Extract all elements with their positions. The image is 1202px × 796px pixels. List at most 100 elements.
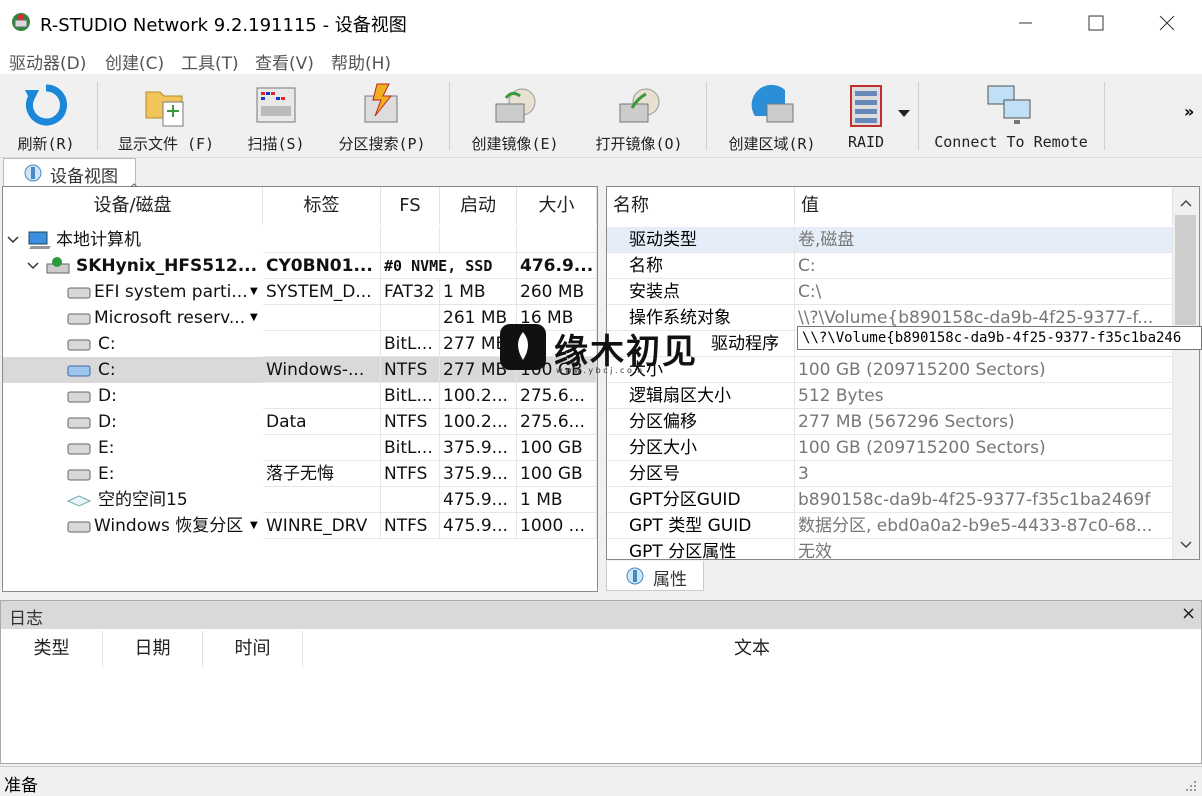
show-files-button[interactable]: 显示文件 (F) [108,78,224,154]
col-prop-value[interactable]: 值 [795,187,1173,225]
partition-search-button[interactable]: 分区搜索(P) [328,78,436,154]
col-fs[interactable]: FS [381,187,440,225]
table-row-selected[interactable]: C: Windows-... NTFS 277 MB 100 GB [3,357,597,383]
prop-name: 分区号 [607,461,795,487]
log-close-icon[interactable]: × [1181,603,1196,624]
scroll-down-icon[interactable] [1180,541,1192,549]
connect-remote-button[interactable]: Connect To Remote [928,78,1094,154]
resize-grip-icon[interactable] [1184,779,1198,793]
log-col-text[interactable]: 文本 [303,631,1201,667]
status-bar: 准备 [0,766,1202,796]
prop-value: 无效 [795,539,1173,559]
create-image-button[interactable]: 创建镜像(E) [460,78,570,154]
open-image-button[interactable]: 打开镜像(O) [584,78,694,154]
device-label [263,305,381,331]
disk-icon [46,257,70,274]
partition-icon [67,469,91,481]
table-row[interactable]: D: Data NTFS 100.2... 275.6... [3,409,597,435]
partition-search-icon [364,83,398,123]
menu-tools[interactable]: 工具(T) [181,49,239,74]
device-label [263,227,381,253]
computer-icon [28,231,51,249]
chevron-down-icon[interactable] [27,262,39,270]
table-row[interactable]: E: 落子无悔 NTFS 375.9... 100 GB [3,461,597,487]
device-size [517,227,597,253]
raid-icon [850,85,882,127]
device-size: 275.6... [517,409,597,435]
prop-name: 驱动程序 [607,331,795,357]
log-col-time[interactable]: 时间 [203,631,303,667]
device-size: 1 MB [517,487,597,513]
prop-row[interactable]: GPT分区GUID b890158c-da9b-4f25-9377-f35c1b… [607,487,1173,513]
menu-view[interactable]: 查看(V) [255,49,314,74]
close-icon[interactable] [1152,8,1182,38]
col-prop-name[interactable]: 名称 [607,187,795,225]
scroll-up-icon[interactable] [1180,199,1192,207]
device-tree-panel: 设备/磁盘 标签 FS 启动 大小 本地计算机 SKHynix_HFS512..… [2,183,598,592]
prop-row[interactable]: 分区号 3 [607,461,1173,487]
partition-icon [67,443,91,455]
toolbar-overflow-button[interactable]: » [1184,102,1194,121]
raid-button[interactable]: RAID [838,78,894,154]
device-label: 落子无悔 [263,461,381,487]
log-panel: 日志 × 类型 日期 时间 文本 [0,600,1202,764]
table-row[interactable]: E: BitL... 375.9... 100 GB [3,435,597,461]
table-row[interactable]: C: BitL... 277 MB [3,331,597,357]
prop-name: 安装点 [607,279,795,305]
prop-value: 100 GB (209715200 Sectors) [795,435,1173,461]
prop-row[interactable]: 逻辑扇区大小 512 Bytes [607,383,1173,409]
log-col-date[interactable]: 日期 [103,631,203,667]
minimize-icon[interactable] [1010,8,1040,38]
table-row[interactable]: D: BitL... 100.2... 275.6... [3,383,597,409]
col-device[interactable]: 设备/磁盘 [3,187,263,225]
device-fs [381,487,440,513]
prop-row[interactable]: 分区偏移 277 MB (567296 Sectors) [607,409,1173,435]
device-size: 100 GB [517,357,597,383]
table-row[interactable]: 空的空间15 475.9... 1 MB [3,487,597,513]
toolbar: 刷新(R) 显示文件 (F) 扫描(S) 分区搜索(P) 创建镜像(E) 打开镜… [0,74,1202,158]
table-row[interactable]: 本地计算机 [3,227,597,253]
create-region-button[interactable]: 创建区域(R) [716,78,828,154]
col-label[interactable]: 标签 [263,187,381,225]
tab-device-view[interactable]: 设备视图 [3,158,136,187]
scan-button[interactable]: 扫描(S) [238,78,314,154]
menu-drive[interactable]: 驱动器(D) [9,49,86,74]
prop-value: 卷,磁盘 [795,227,1173,253]
status-text: 准备 [4,776,38,796]
title-bar: R-STUDIO Network 9.2.191115 - 设备视图 [0,0,1202,46]
log-col-type[interactable]: 类型 [1,631,103,667]
prop-row[interactable]: GPT 类型 GUID 数据分区, ebd0a0a2-b9e5-4433-87c… [607,513,1173,539]
menu-create[interactable]: 创建(C) [105,49,164,74]
maximize-icon[interactable] [1081,8,1111,38]
scrollbar-thumb[interactable] [1175,215,1196,325]
table-row[interactable]: Microsoft reserv... ▼ 261 MB 16 MB [3,305,597,331]
col-size[interactable]: 大小 [517,187,597,225]
row-dropdown-icon[interactable]: ▼ [250,513,258,539]
menu-help[interactable]: 帮助(H) [331,49,391,74]
table-row[interactable]: Windows 恢复分区 ▼ WINRE_DRV NTFS 475.9... 1… [3,513,597,539]
partition-icon [67,287,91,299]
device-fs: NTFS [381,357,440,383]
col-start[interactable]: 启动 [440,187,517,225]
prop-row[interactable]: 名称 C: [607,253,1173,279]
prop-row[interactable]: 大小 100 GB (209715200 Sectors) [607,357,1173,383]
prop-value: 277 MB (567296 Sectors) [795,409,1173,435]
prop-row[interactable]: 分区大小 100 GB (209715200 Sectors) [607,435,1173,461]
properties-scrollbar[interactable] [1173,187,1199,559]
table-row[interactable]: EFI system parti... ▼ SYSTEM_D... FAT32 … [3,279,597,305]
toolbar-separator [1104,82,1105,150]
raid-dropdown-icon[interactable] [898,110,910,118]
prop-row[interactable]: GPT 分区属性 无效 [607,539,1173,559]
device-label: SYSTEM_D... [263,279,381,305]
device-name: Microsoft reserv... [94,308,246,328]
prop-name: 名称 [607,253,795,279]
prop-row[interactable]: 驱动类型 卷,磁盘 [607,227,1173,253]
tab-properties[interactable]: 属性 [606,561,704,591]
table-row[interactable]: SKHynix_HFS512... CY0BN01... #0 NVME, SS… [3,253,597,279]
toolbar-separator [918,82,919,150]
prop-row[interactable]: 安装点 C:\ [607,279,1173,305]
row-dropdown-icon[interactable]: ▼ [250,279,258,305]
refresh-button[interactable]: 刷新(R) [6,78,86,154]
row-dropdown-icon[interactable]: ▼ [250,305,258,331]
chevron-down-icon[interactable] [7,236,19,244]
